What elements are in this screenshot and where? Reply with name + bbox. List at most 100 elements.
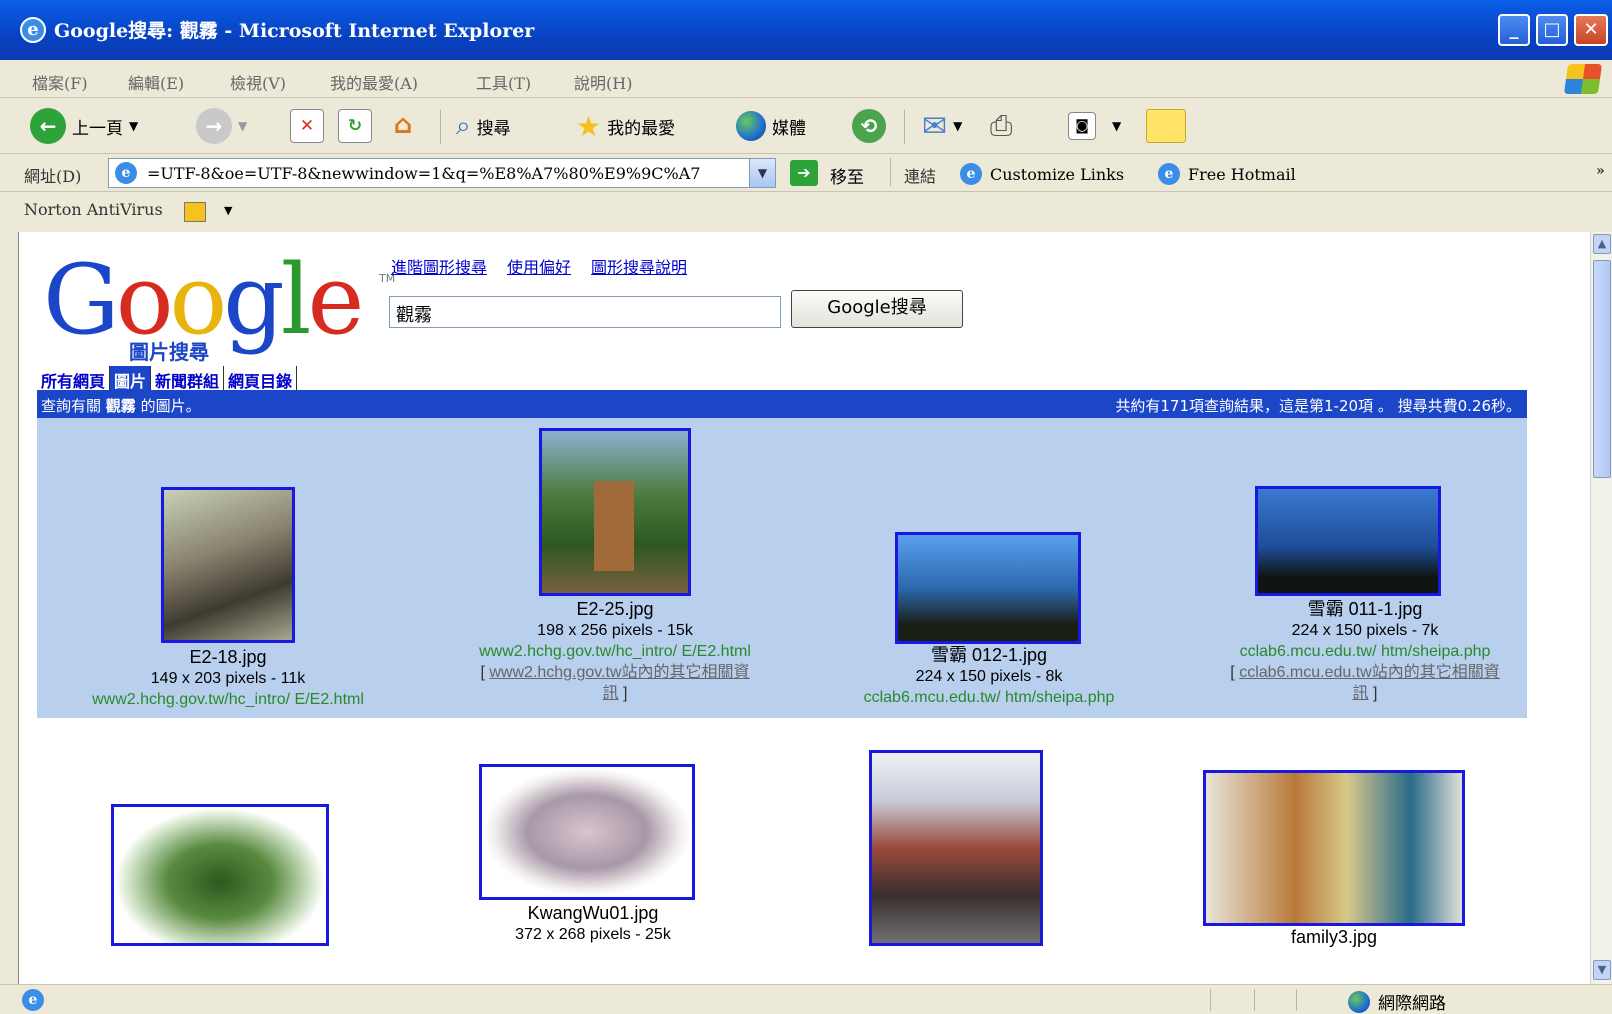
address-dropdown-icon[interactable]: ▼: [749, 159, 775, 187]
status-bar: e 網際網路: [0, 984, 1612, 1014]
result-url[interactable]: www2.hchg.gov.tw/hc_intro/ E/E2.html: [423, 642, 807, 663]
go-arrow-icon[interactable]: ➔: [790, 160, 818, 186]
norton-icon[interactable]: [184, 202, 206, 222]
result-more-link[interactable]: [ www2.hchg.gov.tw站內的其它相關資訊 ]: [423, 663, 807, 705]
result-more-text[interactable]: cclab6.mcu.edu.tw站內的其它相關資: [1239, 664, 1500, 681]
links-label: 連結: [904, 167, 937, 186]
toolbar-divider: [904, 110, 905, 144]
menu-file[interactable]: 檔案(F): [32, 70, 88, 94]
refresh-button[interactable]: ↻: [338, 106, 372, 146]
search-label: 搜尋: [476, 118, 511, 139]
menu-help[interactable]: 說明(H): [574, 70, 632, 94]
link-customize-links[interactable]: e Customize Links: [960, 163, 1124, 185]
results-count: 共約有171項查詢結果，這是第1-20項 。 搜尋共費0.26秒。: [1115, 397, 1521, 415]
edit-button[interactable]: ◙ ▼: [1068, 106, 1121, 146]
google-search-button[interactable]: Google搜尋: [791, 290, 963, 328]
mail-dropdown-icon[interactable]: ▼: [953, 119, 962, 133]
google-logo[interactable]: Google TM: [43, 252, 395, 348]
minimize-button[interactable]: _: [1498, 14, 1530, 46]
scroll-thumb[interactable]: [1593, 260, 1611, 478]
windows-logo-icon: [1563, 64, 1603, 94]
result-url[interactable]: cclab6.mcu.edu.tw/ htm/sheipa.php: [809, 688, 1169, 709]
search-input[interactable]: 觀霧: [389, 296, 781, 328]
close-button[interactable]: ✕: [1574, 14, 1608, 46]
forward-dropdown-icon[interactable]: ▼: [238, 119, 247, 133]
preferences-link[interactable]: 使用偏好: [507, 254, 571, 278]
vertical-scrollbar[interactable]: ▲ ▼: [1590, 232, 1612, 984]
result-thumbnail[interactable]: [1255, 486, 1441, 596]
result-thumbnail[interactable]: [895, 532, 1081, 644]
link-hotmail-label: Free Hotmail: [1188, 164, 1296, 184]
norton-toolbar: Norton AntiVirus ▼: [0, 192, 1612, 232]
advanced-image-search-link[interactable]: 進階圖形搜尋: [391, 254, 487, 278]
go-button[interactable]: 移至: [830, 163, 864, 188]
home-icon: ⌂: [393, 110, 413, 140]
chevron-right-icon[interactable]: »: [1596, 163, 1605, 179]
result-filename: E2-25.jpg: [576, 599, 654, 619]
result-more-tail[interactable]: 訊: [1353, 685, 1369, 702]
result-thumbnail[interactable]: [161, 487, 295, 643]
address-value[interactable]: =UTF-8&oe=UTF-8&newwindow=1&q=%E8%A7%80%…: [147, 164, 737, 183]
internet-zone-icon: [1348, 990, 1370, 1013]
print-button[interactable]: ⎙: [990, 106, 1012, 146]
result-more-link[interactable]: [ cclab6.mcu.edu.tw站內的其它相關資訊 ]: [1169, 663, 1561, 705]
result-item: KwangWu01.jpg 372 x 268 pixels - 25k: [423, 902, 763, 946]
result-thumbnail[interactable]: [869, 750, 1043, 946]
top-links: 進階圖形搜尋 使用偏好 圖形搜尋說明: [391, 254, 687, 278]
result-thumbnail[interactable]: [479, 764, 695, 900]
print-icon: ⎙: [990, 109, 1013, 142]
media-button[interactable]: 媒體: [736, 106, 806, 146]
result-thumbnail[interactable]: [539, 428, 691, 596]
media-icon: [736, 111, 766, 141]
page-content: Google TM 圖片搜尋 進階圖形搜尋 使用偏好 圖形搜尋說明 觀霧 Goo…: [18, 232, 1590, 984]
search-button[interactable]: ⌕ 搜尋: [456, 106, 511, 146]
result-more-tail[interactable]: 訊: [603, 685, 619, 702]
note-icon: [1146, 109, 1186, 143]
favorites-button[interactable]: ★ 我的最愛: [576, 106, 675, 146]
messenger-button[interactable]: [1146, 106, 1186, 146]
stop-button[interactable]: ✕: [290, 106, 324, 146]
history-button[interactable]: ⟲: [852, 106, 886, 146]
maximize-button[interactable]: □: [1536, 14, 1568, 46]
result-thumbnail[interactable]: [111, 804, 329, 946]
favorites-label: 我的最愛: [607, 118, 676, 139]
link-free-hotmail[interactable]: e Free Hotmail: [1158, 163, 1296, 185]
status-divider: [1210, 989, 1211, 1011]
forward-button[interactable]: → ▼: [196, 106, 247, 146]
result-more-text[interactable]: www2.hchg.gov.tw站內的其它相關資: [489, 664, 749, 681]
back-button[interactable]: ← 上一頁 ▼: [30, 106, 138, 146]
result-filename: E2-18.jpg: [189, 647, 267, 667]
back-dropdown-icon[interactable]: ▼: [129, 119, 138, 133]
result-item: 雪霸 011-1.jpg 224 x 150 pixels - 7k cclab…: [1169, 598, 1561, 705]
page-ie-icon: e: [115, 162, 137, 184]
result-size: 372 x 268 pixels - 25k: [515, 926, 671, 944]
forward-arrow-icon: →: [196, 108, 232, 144]
address-input[interactable]: e =UTF-8&oe=UTF-8&newwindow=1&q=%E8%A7%8…: [108, 158, 776, 188]
ie-link-icon: e: [960, 163, 982, 185]
scroll-up-icon[interactable]: ▲: [1593, 234, 1611, 254]
edit-icon: ◙: [1068, 112, 1096, 140]
menu-edit[interactable]: 編輯(E): [128, 70, 184, 94]
result-url[interactable]: www2.hchg.gov.tw/hc_intro/ E/E2.html: [37, 690, 419, 711]
image-search-help-link[interactable]: 圖形搜尋說明: [591, 254, 687, 278]
summary-query: 觀霧: [105, 397, 136, 415]
address-bar: 網址(D) e =UTF-8&oe=UTF-8&newwindow=1&q=%E…: [0, 154, 1612, 192]
scroll-down-icon[interactable]: ▼: [1593, 960, 1611, 980]
norton-dropdown-icon[interactable]: ▼: [224, 204, 232, 217]
mail-button[interactable]: ✉ ▼: [922, 106, 962, 146]
status-divider: [1296, 989, 1297, 1011]
edit-dropdown-icon[interactable]: ▼: [1112, 119, 1121, 133]
home-button[interactable]: ⌂: [386, 106, 420, 146]
back-label: 上一頁: [72, 118, 123, 139]
menu-favorites[interactable]: 我的最愛(A): [330, 70, 418, 94]
result-thumbnail[interactable]: [1203, 770, 1465, 926]
status-divider: [1254, 989, 1255, 1011]
result-url[interactable]: cclab6.mcu.edu.tw/ htm/sheipa.php: [1169, 642, 1561, 663]
page-status-icon: e: [22, 989, 44, 1011]
menu-bar: 檔案(F) 編輯(E) 檢視(V) 我的最愛(A) 工具(T) 說明(H): [0, 60, 1612, 98]
results-info-bar: 查詢有關 觀霧 的圖片。 共約有171項查詢結果，這是第1-20項 。 搜尋共費…: [37, 390, 1527, 418]
history-icon: ⟲: [852, 109, 886, 143]
ie-icon: e: [20, 17, 46, 43]
menu-view[interactable]: 檢視(V): [230, 70, 286, 94]
menu-tools[interactable]: 工具(T): [476, 70, 531, 94]
